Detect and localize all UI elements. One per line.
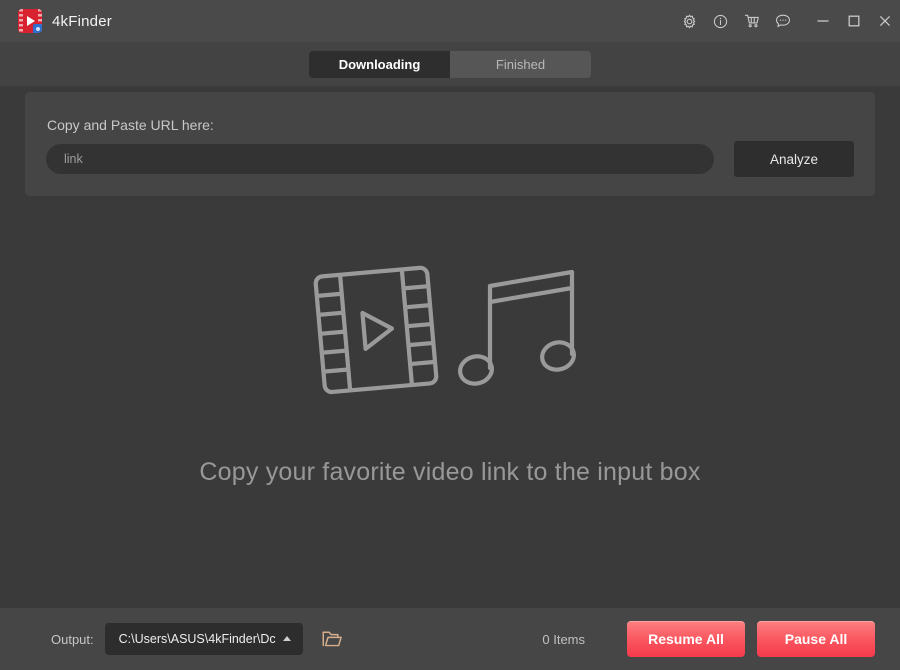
feedback-button[interactable] — [767, 0, 798, 42]
close-icon — [879, 15, 890, 27]
url-input[interactable] — [46, 144, 714, 174]
url-panel: Copy and Paste URL here: Analyze — [25, 92, 875, 196]
chevron-up-icon — [282, 636, 291, 641]
empty-state: Copy your favorite video link to the inp… — [0, 250, 900, 487]
url-panel-label: Copy and Paste URL here: — [47, 117, 214, 133]
empty-state-message: Copy your favorite video link to the inp… — [199, 458, 701, 486]
shopping-cart-icon — [744, 14, 759, 28]
pause-all-button[interactable]: Pause All — [757, 621, 875, 657]
empty-state-illustration — [313, 265, 576, 395]
info-button[interactable] — [705, 0, 736, 42]
open-folder-button[interactable] — [319, 626, 345, 652]
tab-finished[interactable]: Finished — [450, 50, 591, 78]
tab-downloading[interactable]: Downloading — [309, 50, 450, 78]
output-label: Output: — [51, 631, 94, 647]
output-path-select[interactable]: C:\Users\ASUS\4kFinder\Dc — [104, 623, 303, 655]
maximize-button[interactable] — [838, 0, 869, 42]
speech-bubble-icon — [775, 14, 790, 28]
output-path-text: C:\Users\ASUS\4kFinder\Dc — [118, 632, 276, 646]
minimize-button[interactable] — [807, 0, 838, 42]
music-note-icon — [458, 269, 576, 386]
info-circle-icon — [713, 14, 728, 28]
logo-badge-icon — [33, 24, 42, 33]
tab-bar: Downloading Finished — [0, 42, 900, 86]
app-title: 4kFinder — [52, 12, 112, 30]
maximize-icon — [848, 15, 859, 27]
bottom-bar: Output: C:\Users\ASUS\4kFinder\Dc 0 Item… — [0, 608, 900, 670]
store-button[interactable] — [736, 0, 767, 42]
tab-group: Downloading Finished — [309, 50, 591, 78]
gear-icon — [683, 13, 696, 29]
film-play-logo-icon — [18, 9, 42, 33]
resume-all-button[interactable]: Resume All — [627, 621, 745, 657]
settings-button[interactable] — [674, 0, 705, 42]
minimize-icon — [817, 20, 828, 22]
film-strip-icon — [313, 265, 439, 395]
title-bar: 4kFinder — [0, 0, 900, 42]
analyze-button[interactable]: Analyze — [734, 141, 854, 177]
open-folder-icon — [322, 631, 342, 647]
items-count: 0 Items — [542, 631, 585, 647]
window-controls — [674, 0, 900, 42]
close-button[interactable] — [869, 0, 900, 42]
app-window: 4kFinder Downloading Finished Copy and P… — [0, 0, 900, 670]
app-brand: 4kFinder — [18, 9, 112, 33]
